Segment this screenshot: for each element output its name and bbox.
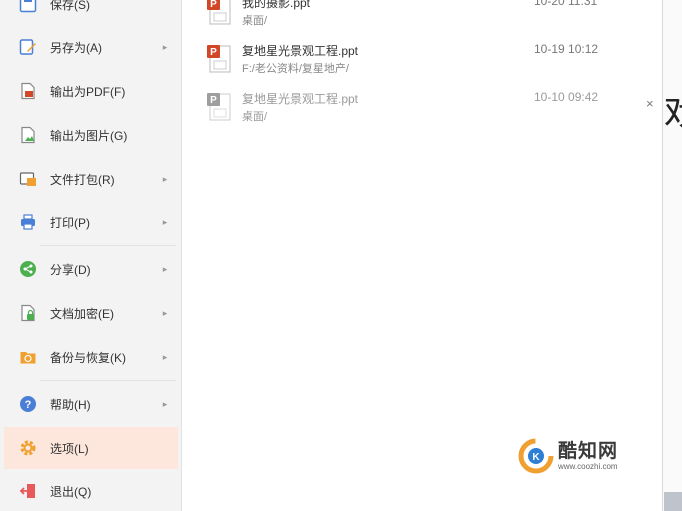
share-icon	[18, 259, 38, 279]
file-date: 10-10 09:42	[534, 90, 599, 104]
file-path: F:/老公资料/复星地产/	[242, 63, 349, 75]
file-menu: 保存(S) 另存为(A) ▸ 输出为PDF(F) 输出为图片(G) 文件打包(R…	[0, 0, 182, 511]
menu-item-backup[interactable]: 备份与恢复(K) ▸	[4, 337, 178, 377]
menu-item-save[interactable]: 保存(S)	[4, 0, 178, 24]
svg-text:?: ?	[25, 399, 32, 411]
submenu-arrow-icon: ▸	[162, 41, 168, 52]
pdf-export-icon	[18, 81, 38, 101]
svg-text:K: K	[532, 452, 540, 463]
submenu-arrow-icon: ▸	[162, 263, 168, 274]
backup-icon	[18, 347, 38, 367]
menu-item-label: 输出为PDF(F)	[50, 84, 126, 99]
menu-item-print[interactable]: 打印(P) ▸	[4, 202, 178, 242]
svg-text:P: P	[210, 95, 217, 106]
file-name: 复地星光景观工程.ppt	[242, 92, 359, 106]
submenu-arrow-icon: ▸	[162, 173, 168, 184]
menu-item-label: 文件打包(R)	[50, 172, 115, 187]
menu-item-encrypt[interactable]: 文档加密(E) ▸	[4, 293, 178, 333]
help-icon: ?	[18, 394, 38, 414]
menu-item-help[interactable]: ? 帮助(H) ▸	[4, 384, 178, 424]
file-path: 桌面/	[242, 15, 268, 27]
recent-file-item[interactable]: P 我的摄影.ppt 桌面/ 10-20 11:31	[182, 0, 662, 36]
watermark-title: 酷知网	[558, 441, 619, 462]
encrypt-icon	[18, 303, 38, 323]
ppt-file-icon: P	[206, 92, 234, 124]
watermark-logo-icon: K	[518, 438, 554, 474]
save-icon	[18, 0, 38, 14]
gear-icon	[18, 438, 38, 458]
ppt-file-icon: P	[206, 44, 234, 76]
menu-item-label: 选项(L)	[50, 441, 89, 456]
menu-item-options[interactable]: 选项(L)	[4, 427, 178, 469]
submenu-arrow-icon: ▸	[162, 398, 168, 409]
submenu-arrow-icon: ▸	[162, 351, 168, 362]
watermark: K 酷知网 www.coozhi.com	[518, 434, 658, 480]
submenu-arrow-icon: ▸	[162, 307, 168, 318]
svg-text:P: P	[210, 0, 217, 10]
menu-divider	[40, 380, 176, 381]
submenu-arrow-icon: ▸	[162, 216, 168, 227]
file-name: 我的摄影.ppt	[242, 0, 311, 10]
menu-item-label: 另存为(A)	[50, 40, 102, 55]
menu-item-export-image[interactable]: 输出为图片(G)	[4, 115, 178, 155]
recent-file-item[interactable]: P 复地星光景观工程.ppt 桌面/ 10-10 09:42	[182, 88, 662, 132]
menu-item-label: 输出为图片(G)	[50, 128, 128, 143]
file-date: 10-19 10:12	[534, 42, 599, 56]
file-name: 复地星光景观工程.ppt	[242, 44, 359, 58]
menu-item-label: 保存(S)	[50, 0, 90, 12]
image-export-icon	[18, 125, 38, 145]
menu-item-label: 分享(D)	[50, 262, 91, 277]
menu-item-label: 帮助(H)	[50, 397, 91, 412]
menu-item-label: 文档加密(E)	[50, 306, 114, 321]
printer-icon	[18, 212, 38, 232]
menu-item-save-as[interactable]: 另存为(A) ▸	[4, 27, 178, 67]
svg-text:P: P	[210, 47, 217, 58]
file-path: 桌面/	[242, 111, 268, 123]
close-icon[interactable]: ×	[646, 96, 654, 111]
save-as-icon	[18, 37, 38, 57]
file-date: 10-20 11:31	[534, 0, 598, 8]
watermark-url: www.coozhi.com	[558, 462, 618, 471]
menu-divider	[40, 245, 176, 246]
menu-item-label: 打印(P)	[50, 215, 90, 230]
recent-file-item[interactable]: P 复地星光景观工程.ppt F:/老公资料/复星地产/ 10-19 10:12	[182, 40, 662, 84]
menu-item-share[interactable]: 分享(D) ▸	[4, 249, 178, 289]
menu-item-package[interactable]: 文件打包(R) ▸	[4, 159, 178, 199]
menu-item-export-pdf[interactable]: 输出为PDF(F)	[4, 71, 178, 111]
menu-item-label: 退出(Q)	[50, 484, 92, 499]
package-icon	[18, 169, 38, 189]
menu-item-label: 备份与恢复(K)	[50, 350, 126, 365]
ppt-file-icon: P	[206, 0, 234, 28]
document-text: 戏	[664, 84, 682, 136]
menu-item-exit[interactable]: 退出(Q)	[4, 471, 178, 511]
status-bar-fragment	[664, 492, 682, 511]
exit-icon	[18, 481, 38, 501]
document-area	[662, 0, 682, 511]
